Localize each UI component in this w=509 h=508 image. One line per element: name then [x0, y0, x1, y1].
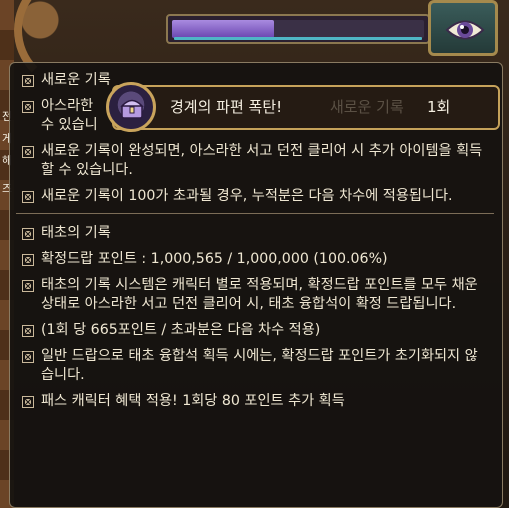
- tooltip-item: 태초의 기록 시스템은 캐릭터 별로 적용되며, 확정드랍 포인트를 모두 채운…: [22, 276, 490, 314]
- item-text: 태초의 기록 시스템은 캐릭터 별로 적용되며, 확정드랍 포인트를 모두 채운…: [41, 277, 478, 312]
- item-text: 새로운 기록이 완성되면, 아스라한 서고 던전 클리어 시 추가 아이템을 획…: [41, 143, 483, 178]
- bullet-icon: [22, 254, 34, 266]
- eye-button[interactable]: [428, 0, 498, 56]
- notification-title: 경계의 파편 폭탄!: [170, 98, 283, 116]
- bullet-icon: [22, 75, 34, 87]
- bullet-icon: [22, 280, 34, 292]
- treasure-icon: [106, 82, 156, 132]
- item-text: 일반 드랍으로 태초 융합석 획득 시에는, 확정드랍 포인트가 초기화되지 않…: [41, 348, 478, 383]
- progress-fill: [172, 20, 274, 38]
- bullet-icon: [22, 396, 34, 408]
- eye-icon: [445, 20, 485, 40]
- tooltip-item: 새로운 기록이 100가 초과될 경우, 누적분은 다음 차수에 적용됩니다.: [22, 187, 490, 206]
- secondary-bar: [174, 37, 422, 40]
- divider: [16, 213, 494, 214]
- bullet-icon: [22, 228, 34, 240]
- tooltip-item: (1회 당 665포인트 / 초과분은 다음 차수 적용): [22, 321, 490, 340]
- bullet-icon: [22, 146, 34, 158]
- faded-background-text: 새로운 기록: [330, 98, 404, 116]
- section-primordial-record: 태초의 기록 확정드랍 포인트 : 1,000,565 / 1,000,000 …: [22, 224, 490, 411]
- item-text: 패스 캐릭터 혜택 적용! 1회당 80 포인트 추가 획득: [41, 393, 345, 409]
- bullet-icon: [22, 191, 34, 203]
- item-text: 새로운 기록이 100가 초과될 경우, 누적분은 다음 차수에 적용됩니다.: [41, 188, 453, 204]
- progress-bar: [166, 14, 430, 44]
- notification-count: 1회: [427, 98, 451, 116]
- bullet-icon: [22, 101, 34, 113]
- item-text: 아스라한 수 있습니: [41, 98, 98, 133]
- bullet-icon: [22, 325, 34, 337]
- tooltip-item: 일반 드랍으로 태초 융합석 획득 시에는, 확정드랍 포인트가 초기화되지 않…: [22, 347, 490, 385]
- points-text: 확정드랍 포인트 : 1,000,565 / 1,000,000 (100.06…: [41, 251, 388, 267]
- bullet-icon: [22, 351, 34, 363]
- header-text: 새로운 기록: [41, 72, 111, 88]
- tooltip-item: 새로운 기록이 완성되면, 아스라한 서고 던전 클리어 시 추가 아이템을 획…: [22, 142, 490, 180]
- section-header: 태초의 기록: [22, 224, 490, 243]
- points-line: 확정드랍 포인트 : 1,000,565 / 1,000,000 (100.06…: [22, 250, 490, 269]
- tooltip-item: 패스 캐릭터 혜택 적용! 1회당 80 포인트 추가 획득: [22, 392, 490, 411]
- item-text: (1회 당 665포인트 / 초과분은 다음 차수 적용): [41, 322, 321, 338]
- header-text: 태초의 기록: [41, 225, 111, 241]
